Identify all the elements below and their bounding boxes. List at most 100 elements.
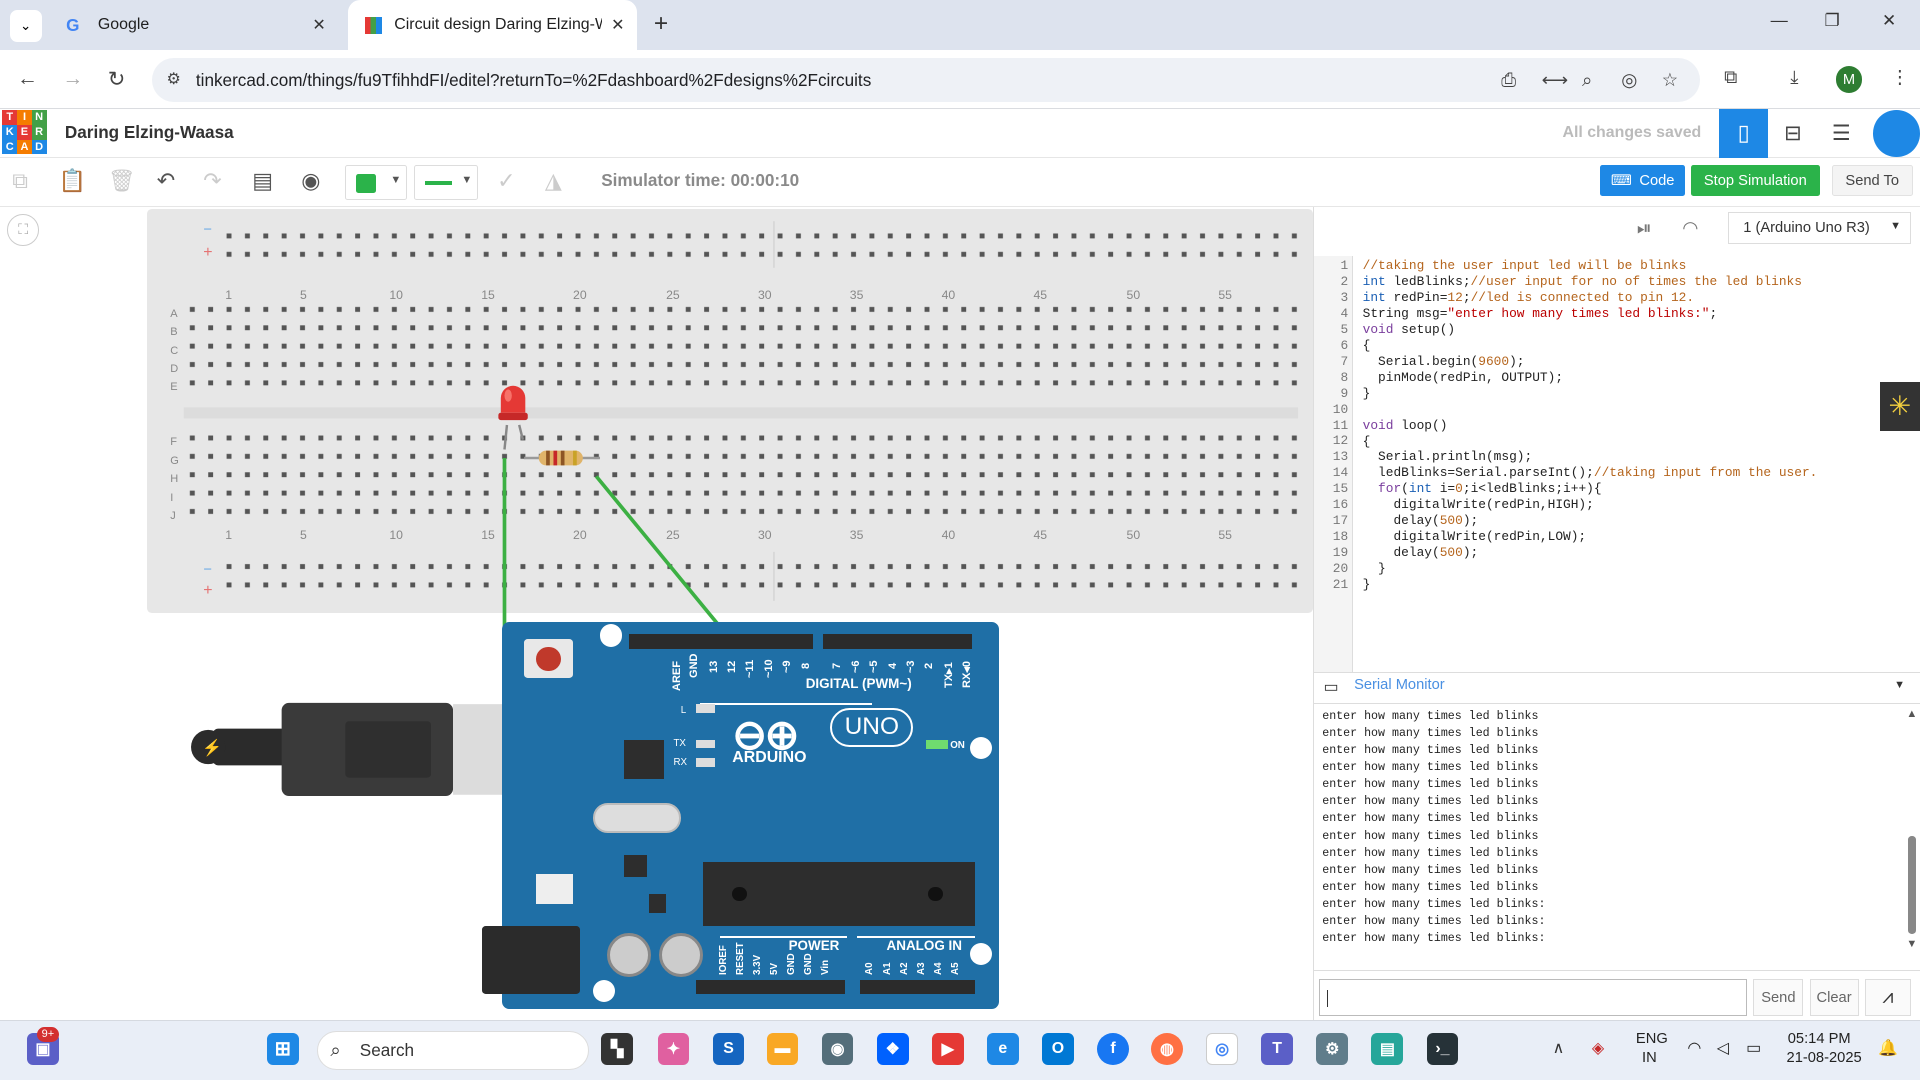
close-window-icon[interactable]: ✕: [1882, 10, 1896, 31]
region-label[interactable]: IN: [1642, 1050, 1657, 1066]
pin-label: 13: [707, 661, 720, 674]
tray-app-icon[interactable]: ◈: [1592, 1038, 1604, 1058]
camera-icon[interactable]: ◉: [821, 1033, 854, 1066]
profile-avatar[interactable]: M: [1835, 66, 1863, 94]
design-title[interactable]: Daring Elzing-Waasa: [65, 122, 234, 143]
copy-icon[interactable]: ⧉: [12, 168, 28, 194]
facebook-icon[interactable]: f: [1097, 1033, 1129, 1066]
wifi-icon[interactable]: ◠: [1687, 1038, 1701, 1058]
downloads-icon[interactable]: ⤓: [1790, 66, 1798, 88]
step-icon[interactable]: ⏯: [1637, 217, 1652, 239]
wire-gnd[interactable]: [502, 457, 699, 644]
serial-send-button[interactable]: Send: [1753, 979, 1804, 1017]
scroll-up-icon[interactable]: ▲: [1906, 708, 1917, 720]
wire-type-picker[interactable]: ▼: [413, 165, 478, 200]
tab-search-icon[interactable]: ⌄: [9, 9, 42, 42]
analog-overline: [857, 935, 975, 938]
scroll-down-icon[interactable]: ▼: [1906, 938, 1917, 950]
delete-icon[interactable]: 🗑: [108, 168, 136, 194]
tab-circuit-design[interactable]: Circuit design Daring Elzing-Wa ✕: [347, 0, 637, 51]
user-avatar-icon[interactable]: [1873, 110, 1920, 157]
assistant-sparkle-icon[interactable]: ✳: [1879, 382, 1920, 431]
youtube-icon[interactable]: ▶: [931, 1033, 964, 1066]
l-led-label: L: [680, 705, 687, 717]
code-button[interactable]: ⌨ Code: [1600, 165, 1685, 196]
tracking-icon[interactable]: ◎: [1621, 69, 1637, 91]
wire-pin12[interactable]: [594, 475, 734, 643]
teams-icon[interactable]: T: [1261, 1033, 1294, 1066]
site-info-icon[interactable]: ⚙: [167, 69, 181, 89]
clock-date[interactable]: 21-08-2025: [1787, 1050, 1862, 1066]
graph-toggle-icon[interactable]: ⩘: [1864, 979, 1912, 1017]
back-icon[interactable]: ←: [17, 67, 38, 91]
notepad-icon[interactable]: ▤: [1371, 1033, 1404, 1066]
menu-dots-icon[interactable]: ⋮: [1891, 66, 1909, 88]
schematic-view-icon[interactable]: ⊟: [1784, 121, 1801, 146]
serial-scrollbar[interactable]: ▲ ▼: [1906, 708, 1918, 953]
new-tab-icon[interactable]: +: [654, 10, 668, 38]
settings-icon[interactable]: ⚙: [1316, 1033, 1349, 1066]
notification-bell-icon[interactable]: 🔔: [1878, 1038, 1898, 1058]
serial-monitor-title[interactable]: Serial Monitor: [1354, 677, 1445, 693]
close-tab-icon[interactable]: ✕: [611, 15, 624, 35]
chrome-icon[interactable]: ◎: [1206, 1033, 1238, 1066]
stop-simulation-button[interactable]: Stop Simulation: [1691, 165, 1820, 196]
notes-icon[interactable]: ▤: [252, 168, 273, 194]
install-app-icon[interactable]: ⎙: [1501, 69, 1516, 91]
outlook-icon[interactable]: O: [1042, 1033, 1074, 1066]
url-field[interactable]: ⚙ tinkercad.com/things/fu9TfihhdFI/edite…: [151, 57, 1700, 102]
clock-time[interactable]: 05:14 PM: [1788, 1031, 1851, 1047]
paste-icon[interactable]: 📋: [59, 168, 86, 194]
language-label[interactable]: ENG: [1636, 1031, 1668, 1047]
mount-hole: [592, 979, 615, 1002]
start-icon[interactable]: ⊞: [266, 1033, 299, 1066]
minimize-icon[interactable]: —: [1771, 10, 1788, 31]
pin-label: 5V: [768, 962, 780, 975]
led-red[interactable]: [498, 385, 528, 450]
copilot-icon[interactable]: ✦: [657, 1033, 690, 1066]
terminal-icon[interactable]: ›_: [1426, 1033, 1459, 1066]
device-select[interactable]: 1 (Arduino Uno R3) ▼: [1727, 211, 1912, 244]
taskbar-search[interactable]: ⌕ Search: [317, 1030, 589, 1070]
code-editor[interactable]: //taking the user input led will be blin…: [1363, 258, 1818, 592]
rotate-icon[interactable]: ✓: [497, 168, 515, 194]
power-jack[interactable]: [482, 925, 581, 995]
extensions-icon[interactable]: ⧉: [1724, 66, 1737, 88]
close-tab-icon[interactable]: ✕: [312, 15, 325, 35]
svg-text:⚡: ⚡: [202, 738, 222, 757]
serial-input[interactable]: [1318, 979, 1748, 1017]
task-view-icon[interactable]: ▚: [601, 1033, 634, 1066]
tray-chevron-icon[interactable]: ∧: [1553, 1038, 1565, 1058]
component-list-icon[interactable]: ☰: [1832, 121, 1851, 146]
send-to-button[interactable]: Send To: [1831, 165, 1913, 196]
circuit-workspace[interactable]: ⛶ − + − + 1 5 10 15 20 25 30 35 40 45 50…: [0, 206, 1313, 1020]
reload-icon[interactable]: ↻: [108, 67, 125, 92]
notes-visibility-icon[interactable]: ◉: [301, 168, 320, 194]
zoom-icon[interactable]: ⌕: [1582, 69, 1592, 91]
debug-icon[interactable]: ◠: [1682, 217, 1698, 239]
volume-icon[interactable]: ◁: [1717, 1038, 1729, 1058]
bookmark-star-icon[interactable]: ☆: [1662, 69, 1678, 91]
serial-clear-button[interactable]: Clear: [1809, 979, 1859, 1017]
file-explorer-icon[interactable]: ▬: [766, 1033, 799, 1066]
reset-button[interactable]: [524, 639, 574, 679]
scroll-thumb[interactable]: [1907, 836, 1917, 935]
circuit-view-icon[interactable]: ▯: [1719, 108, 1769, 158]
color-picker[interactable]: ▼: [345, 165, 407, 200]
translate-icon[interactable]: ⟷: [1542, 69, 1568, 91]
tab-google[interactable]: G Google ✕: [49, 0, 338, 50]
undo-icon[interactable]: ↶: [157, 168, 175, 194]
resistor[interactable]: [524, 450, 601, 466]
tinkercad-logo[interactable]: T I N K E R C A D: [2, 110, 47, 155]
s-app-icon[interactable]: S: [712, 1033, 745, 1066]
dropbox-icon[interactable]: ❖: [876, 1033, 909, 1066]
battery-icon[interactable]: ▭: [1746, 1038, 1761, 1058]
arduino-uno-board[interactable]: AREF GND 13 12 ~11 ~10 ~9 8 7 ~6 ~5 4 ~3…: [482, 622, 1000, 1009]
firefox-icon[interactable]: ◍: [1151, 1033, 1183, 1066]
maximize-icon[interactable]: ❐: [1825, 10, 1840, 31]
redo-icon[interactable]: ↷: [203, 168, 221, 194]
forward-icon[interactable]: →: [62, 67, 83, 91]
edge-icon[interactable]: e: [986, 1033, 1019, 1066]
flip-icon[interactable]: ◮: [545, 168, 562, 194]
chevron-down-icon[interactable]: ▼: [1894, 679, 1905, 691]
